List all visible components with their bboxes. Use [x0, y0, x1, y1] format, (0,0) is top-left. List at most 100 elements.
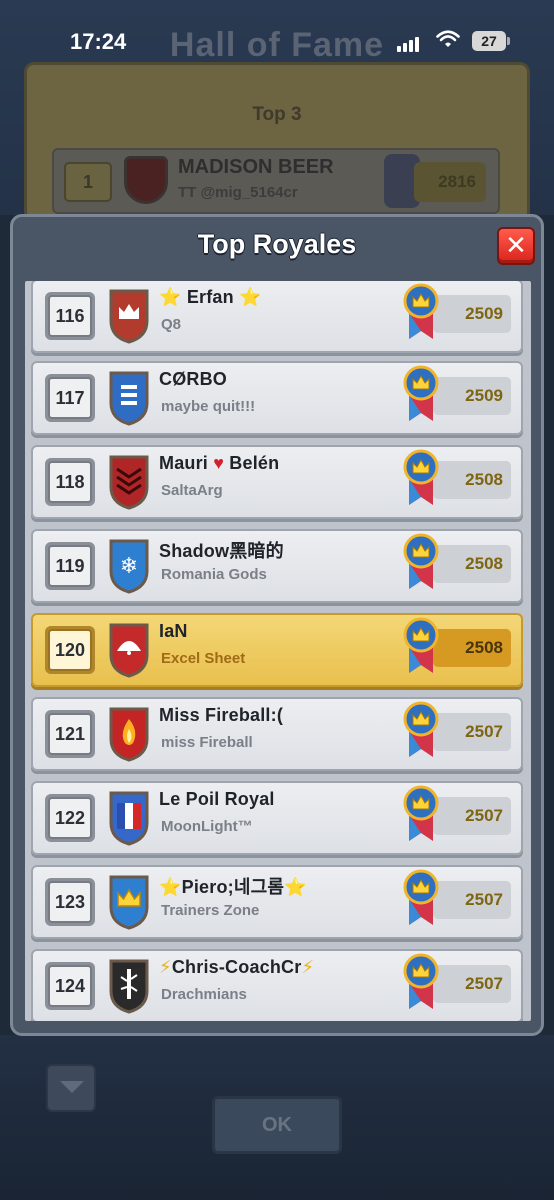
rank-number: 124	[48, 965, 92, 1007]
leaderboard-row[interactable]: 122 Le Poil Royal MoonLight™ 2507	[31, 781, 523, 855]
trophy-count-text: 2507	[465, 974, 503, 993]
top-player-trophies: 2816	[414, 162, 486, 202]
modal-title: Top Royales	[197, 229, 357, 259]
player-name: Miss Fireball:(	[159, 705, 283, 726]
clan-badge-icon: ❄	[107, 537, 151, 594]
clan-badge-icon	[107, 957, 151, 1014]
top-royales-modal: Top Royales ✕ 116 ⭐ Erfan ⭐ Q8 2509 117 CØRB…	[10, 214, 544, 1036]
player-name: Le Poil Royal	[159, 789, 275, 810]
leaderboard-row[interactable]: 117 CØRBO maybe quit!!! 2509	[31, 361, 523, 435]
player-name-text: Shadow黑暗的	[159, 541, 284, 561]
player-name: ⭐Piero;네그롬⭐	[159, 873, 307, 899]
trophy-count-text: 2509	[465, 304, 503, 323]
top3-label: Top 3	[252, 104, 302, 125]
heart-icon: ♥	[213, 453, 225, 473]
player-name-text: Erfan	[181, 287, 240, 307]
clan-badge-icon	[107, 789, 151, 846]
star-icon: ⭐	[284, 877, 307, 897]
top-player-rank: 1	[64, 162, 112, 202]
trophy-count-text: 2507	[465, 806, 503, 825]
trophy-count: 2509	[433, 295, 511, 333]
player-name-text: Mauri	[159, 453, 214, 473]
leaderboard-row[interactable]: 118 Mauri ♥ Belén SaltaArg 2508	[31, 445, 523, 519]
svg-text:❄: ❄	[120, 554, 138, 579]
leaderboard-list[interactable]: 116 ⭐ Erfan ⭐ Q8 2509 117 CØRBO maybe quit!!!…	[25, 281, 531, 1021]
clan-badge-icon	[107, 287, 151, 344]
leaderboard-row[interactable]: 124 ⚡Chris-CoachCr⚡ Drachmians 2507	[31, 949, 523, 1021]
rank-number: 119	[48, 545, 92, 587]
clan-name: Trainers Zone	[161, 902, 260, 919]
leaderboard-row[interactable]: 123 ⭐Piero;네그롬⭐ Trainers Zone 2507	[31, 865, 523, 939]
star-icon: ⭐	[239, 287, 262, 307]
clan-badge-icon	[107, 621, 151, 678]
trophy-medal-icon	[403, 869, 439, 925]
trophy-count-text: 2509	[465, 386, 503, 405]
leaderboard-row[interactable]: 120 IaN Excel Sheet 2508	[31, 613, 523, 687]
clan-name: MoonLight™	[161, 818, 253, 835]
trophy-count-text: 2508	[465, 470, 503, 489]
player-name-text: Chris-CoachCr	[171, 957, 302, 977]
trophy-medal-icon	[403, 283, 439, 339]
player-name-text: Miss Fireball:(	[159, 705, 284, 725]
leaderboard-row[interactable]: 121 Miss Fireball:(miss Fireball 2507	[31, 697, 523, 771]
rank-number: 118	[48, 461, 92, 503]
status-bar: 17:24 27	[0, 0, 554, 60]
rank-box: 116	[45, 292, 95, 340]
trophy-medal-icon	[403, 533, 439, 589]
leaderboard-row[interactable]: 119 ❄ Shadow黑暗的 Romania Gods 2508	[31, 529, 523, 603]
leaderboard-row[interactable]: 116 ⭐ Erfan ⭐ Q8 2509	[31, 281, 523, 353]
clan-name: Romania Gods	[161, 566, 267, 583]
player-name: ⚡Chris-CoachCr⚡	[159, 957, 314, 978]
player-name: Shadow黑暗的	[159, 537, 284, 563]
trophy-count: 2508	[433, 461, 511, 499]
clan-name: SaltaArg	[161, 482, 223, 499]
rank-number: 123	[48, 881, 92, 923]
clan-name: Q8	[161, 316, 182, 333]
close-icon: ✕	[505, 230, 527, 260]
bolt-icon: ⚡	[159, 957, 172, 977]
top-player-clan: TT @mig_5164cr	[178, 184, 298, 201]
trophy-medal-icon	[403, 617, 439, 673]
top-player-clan-badge-icon	[124, 156, 168, 204]
rank-box: 119	[45, 542, 95, 590]
star-icon: ⭐	[159, 287, 182, 307]
rank-box: 123	[45, 878, 95, 926]
player-name-text: Le Poil Royal	[159, 789, 275, 809]
rank-box: 122	[45, 794, 95, 842]
star-icon: ⭐	[159, 877, 182, 897]
trophy-count: 2509	[433, 377, 511, 415]
trophy-medal-icon	[403, 365, 439, 421]
battery-icon: 27	[472, 31, 510, 51]
rank-box: 120	[45, 626, 95, 674]
rank-number: 120	[48, 629, 92, 671]
bolt-icon: ⚡	[301, 957, 315, 977]
rank-box: 117	[45, 374, 95, 422]
clan-badge-icon	[107, 453, 151, 510]
trophy-count: 2508	[433, 629, 511, 667]
rank-number: 117	[48, 377, 92, 419]
top-player-name: MADISON BEER	[178, 156, 334, 178]
player-name-text: IaN	[159, 621, 188, 641]
trophy-count-text: 2507	[465, 722, 503, 741]
trophy-medal-icon	[403, 953, 439, 1009]
clan-name: Drachmians	[161, 986, 247, 1003]
ok-button[interactable]: OK	[212, 1096, 342, 1154]
rank-box: 124	[45, 962, 95, 1010]
player-name-text: Belén	[224, 453, 280, 473]
chevron-down-icon	[60, 1081, 84, 1093]
signal-icon	[397, 34, 421, 52]
player-name: ⭐ Erfan ⭐	[159, 287, 262, 308]
rank-number: 122	[48, 797, 92, 839]
scroll-down-button[interactable]	[46, 1064, 96, 1112]
close-button[interactable]: ✕	[497, 227, 535, 265]
trophy-count-text: 2508	[465, 554, 503, 573]
trophy-medal-icon	[403, 449, 439, 505]
player-name: CØRBO	[159, 369, 227, 390]
trophy-count: 2507	[433, 713, 511, 751]
trophy-count-text: 2507	[465, 890, 503, 909]
trophy-medal-icon	[403, 701, 439, 757]
rank-box: 118	[45, 458, 95, 506]
clan-name: maybe quit!!!	[161, 398, 256, 415]
clan-name: miss Fireball	[161, 734, 253, 751]
player-name-text: CØRBO	[159, 369, 227, 389]
